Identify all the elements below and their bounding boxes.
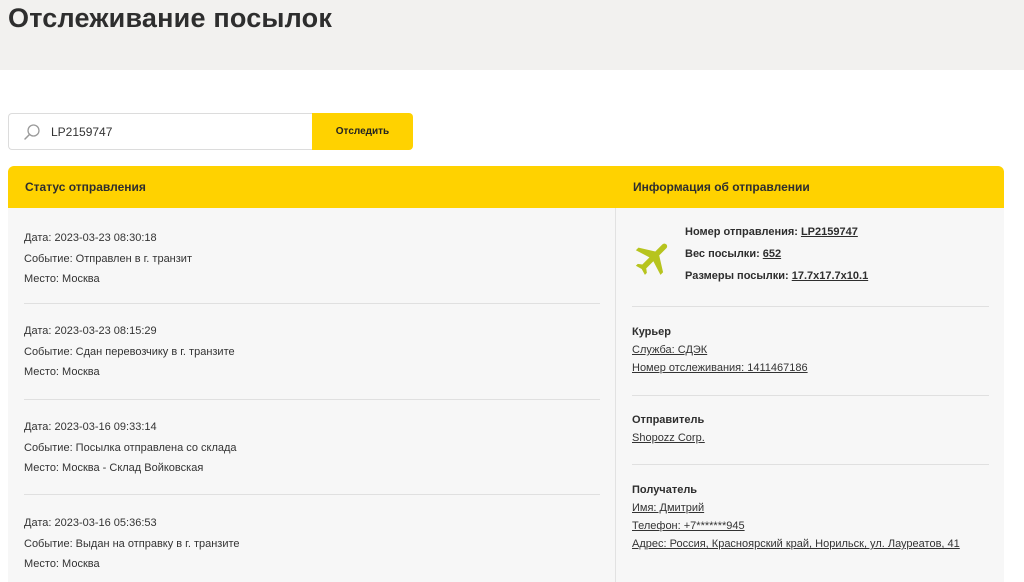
divider: [24, 303, 600, 304]
divider: [632, 464, 989, 465]
status-title: Статус отправления: [25, 180, 146, 194]
event-description: Событие: Выдан на отправку в г. транзите: [24, 537, 240, 550]
page-title: Отслеживание посылок: [8, 3, 333, 33]
courier-title: Курьер: [632, 326, 672, 338]
shipment-size: Размеры посылки: 17.7x17.7x10.1: [685, 270, 868, 282]
shipment-size-value[interactable]: 17.7x17.7x10.1: [792, 270, 868, 282]
divider: [632, 306, 989, 307]
event-date: Дата: 2023-03-23 08:30:18: [24, 232, 157, 244]
shipment-number: Номер отправления: LP2159747: [685, 226, 858, 238]
info-title: Информация об отправлении: [633, 180, 810, 194]
shipment-size-label: Размеры посылки:: [685, 270, 789, 282]
recipient-name-link[interactable]: Имя: Дмитрий: [632, 502, 704, 514]
panel-header: Статус отправления Информация об отправл…: [8, 166, 1004, 208]
shipment-weight: Вес посылки: 652: [685, 248, 781, 260]
recipient-title: Получатель: [632, 484, 698, 496]
event-place: Место: Москва: [24, 273, 100, 285]
airplane-icon: [635, 243, 668, 275]
track-button[interactable]: Отследить: [312, 113, 413, 150]
event-description: Событие: Посылка отправлена со склада: [24, 441, 237, 454]
search-icon: [24, 124, 40, 140]
courier-tracking-link[interactable]: Номер отслеживания: 1411467186: [632, 362, 808, 374]
shipment-weight-value[interactable]: 652: [763, 248, 781, 260]
status-event: Дата: 2023-03-23 08:30:18 Событие: Отпра…: [24, 228, 600, 290]
courier-service-link[interactable]: Служба: СДЭК: [632, 344, 707, 356]
divider: [24, 399, 600, 400]
shipment-number-label: Номер отправления:: [685, 226, 798, 238]
search-box: [8, 113, 313, 150]
status-event: Дата: 2023-03-16 05:36:53 Событие: Выдан…: [24, 513, 600, 575]
status-event: Дата: 2023-03-16 09:33:14 Событие: Посыл…: [24, 417, 600, 479]
divider: [632, 395, 989, 396]
shipment-weight-label: Вес посылки:: [685, 248, 760, 260]
tracking-number-input[interactable]: [51, 122, 301, 142]
recipient-phone-link[interactable]: Телефон: +7*******945: [632, 520, 745, 532]
event-date: Дата: 2023-03-16 05:36:53: [24, 517, 157, 529]
shipment-number-value[interactable]: LP2159747: [801, 226, 858, 238]
event-place: Место: Москва - Склад Войковская: [24, 462, 204, 474]
recipient-address-link[interactable]: Адрес: Россия, Красноярский край, Нориль…: [632, 538, 960, 550]
shipment-info: Номер отправления: LP2159747 Вес посылки:…: [615, 208, 1004, 582]
event-date: Дата: 2023-03-23 08:15:29: [24, 325, 157, 337]
divider: [24, 494, 600, 495]
sender-title: Отправитель: [632, 414, 705, 426]
status-event: Дата: 2023-03-23 08:15:29 Событие: Сдан …: [24, 321, 600, 383]
status-history: Дата: 2023-03-23 08:30:18 Событие: Отпра…: [8, 208, 615, 582]
page-header: Отслеживание посылок: [0, 0, 1024, 70]
event-description: Событие: Сдан перевозчику в г. транзите: [24, 345, 235, 358]
sender-name-link[interactable]: Shopozz Corp.: [632, 432, 705, 444]
event-place: Место: Москва: [24, 366, 100, 378]
event-date: Дата: 2023-03-16 09:33:14: [24, 421, 157, 433]
event-place: Место: Москва: [24, 558, 100, 570]
event-description: Событие: Отправлен в г. транзит: [24, 252, 192, 265]
